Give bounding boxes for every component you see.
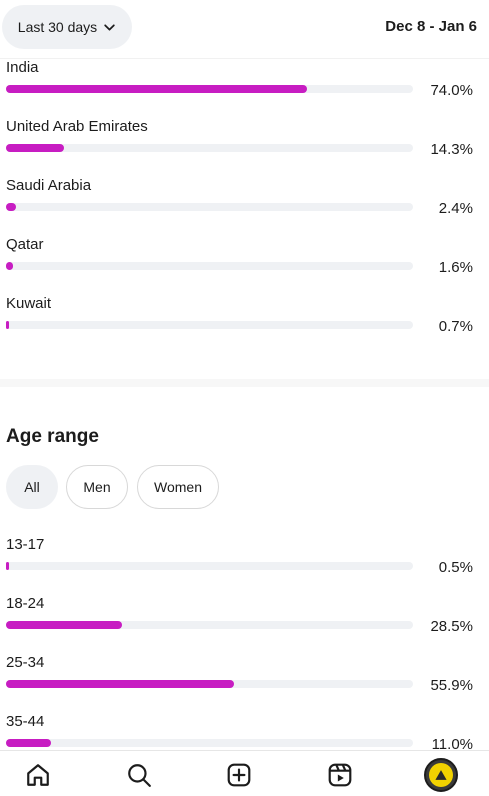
filter-chip-men[interactable]: Men <box>66 465 128 509</box>
age-label: 35-44 <box>6 713 45 730</box>
bar-track <box>6 85 413 93</box>
filter-chip-label: Men <box>83 479 111 495</box>
bar-track <box>6 203 413 211</box>
bar-fill <box>6 562 9 570</box>
age-percent: 0.5% <box>438 559 473 576</box>
bar-fill <box>6 739 51 747</box>
chevron-down-icon <box>104 23 115 31</box>
bar-fill <box>6 144 65 152</box>
country-label: Kuwait <box>6 295 52 312</box>
date-range-dropdown[interactable]: Last 30 days <box>2 5 132 49</box>
bar-track <box>6 621 413 629</box>
bar-fill <box>6 621 122 629</box>
bar-fill <box>6 262 13 270</box>
country-percent: 74.0% <box>430 82 473 99</box>
nav-search[interactable] <box>124 760 154 790</box>
country-percent: 0.7% <box>438 318 473 335</box>
bar-track <box>6 321 413 329</box>
bar-track <box>6 739 413 747</box>
country-row: Kuwait 0.7% <box>6 295 473 345</box>
country-row: Qatar 1.6% <box>6 236 473 286</box>
age-label: 25-34 <box>6 654 45 671</box>
age-label: 13-17 <box>6 536 45 553</box>
section-divider <box>0 379 489 387</box>
bar-fill <box>6 680 234 688</box>
logo-icon <box>435 770 447 780</box>
nav-home[interactable] <box>23 760 53 790</box>
age-row: 18-24 28.5% <box>6 595 473 645</box>
bar-track <box>6 144 413 152</box>
filter-chip-women[interactable]: Women <box>137 465 219 509</box>
filter-chip-label: All <box>24 479 40 495</box>
country-label: United Arab Emirates <box>6 118 148 135</box>
country-row: United Arab Emirates 14.3% <box>6 118 473 168</box>
home-icon <box>27 764 49 786</box>
audience-screen: Last 30 days Dec 8 - Jan 6 India 74.0% U… <box>0 0 489 796</box>
country-percent: 1.6% <box>438 259 473 276</box>
country-percent: 2.4% <box>438 200 473 217</box>
country-label: Qatar <box>6 236 44 253</box>
age-percent: 28.5% <box>430 618 473 635</box>
date-range-label: Last 30 days <box>17 19 98 35</box>
country-percent: 14.3% <box>430 141 473 158</box>
create-icon <box>227 763 251 787</box>
age-label: 18-24 <box>6 595 45 612</box>
bar-track <box>6 262 413 270</box>
country-row: Saudi Arabia 2.4% <box>6 177 473 227</box>
country-row: India 74.0% <box>6 59 473 109</box>
date-range-text: Dec 8 - Jan 6 <box>385 18 477 35</box>
age-percent: 55.9% <box>430 677 473 694</box>
filter-chip-label: Women <box>154 479 202 495</box>
bar-track <box>6 562 413 570</box>
bottom-nav <box>0 750 489 796</box>
filter-chip-all[interactable]: All <box>6 465 58 509</box>
nav-reels[interactable] <box>325 760 355 790</box>
age-row: 25-34 55.9% <box>6 654 473 704</box>
age-range-title: Age range <box>6 426 99 447</box>
avatar-image <box>429 763 453 787</box>
top-bar: Last 30 days Dec 8 - Jan 6 <box>0 0 489 59</box>
bar-fill <box>6 321 9 329</box>
country-label: Saudi Arabia <box>6 177 92 194</box>
country-label: India <box>6 59 39 76</box>
search-icon <box>128 764 151 787</box>
nav-create[interactable] <box>224 760 254 790</box>
age-row: 13-17 0.5% <box>6 536 473 586</box>
reels-icon <box>328 763 352 787</box>
bar-fill <box>6 203 16 211</box>
bar-track <box>6 680 413 688</box>
bar-fill <box>6 85 308 93</box>
nav-profile-avatar[interactable] <box>424 758 458 792</box>
